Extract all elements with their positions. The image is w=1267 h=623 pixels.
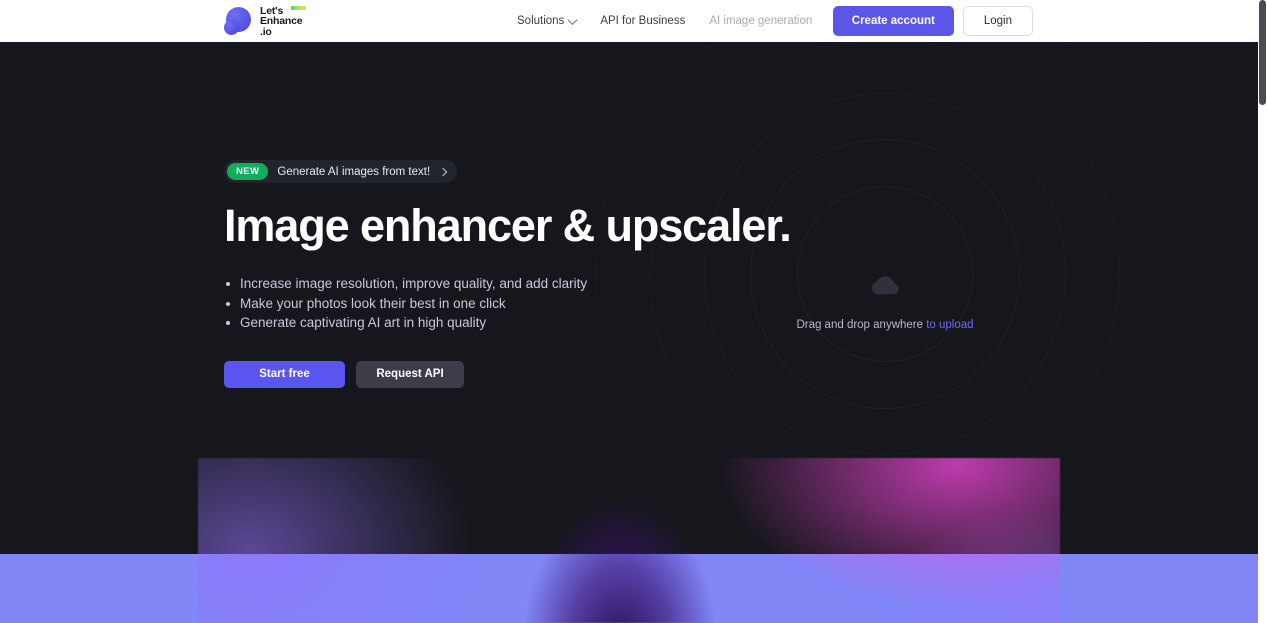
upload-dropzone[interactable]: Drag and drop anywhere to upload xyxy=(757,227,1013,377)
dropzone-instruction: Drag and drop anywhere xyxy=(796,318,924,331)
create-account-button[interactable]: Create account xyxy=(832,6,954,36)
dropzone-text: Drag and drop anywhere to upload xyxy=(796,319,973,331)
lets-enhance-blob-logo-icon xyxy=(224,6,253,36)
brand-line-3: .io xyxy=(260,25,272,38)
browser-viewport: Let's Enhance .io Solutions API for Busi… xyxy=(0,0,1258,623)
chevron-down-icon xyxy=(567,14,578,25)
new-feature-badge[interactable]: NEW Generate AI images from text! xyxy=(224,160,458,183)
hero-feature-list: Increase image resolution, improve quali… xyxy=(224,274,744,333)
nav-item-solutions[interactable]: Solutions xyxy=(505,14,588,27)
new-feature-badge-label: Generate AI images from text! xyxy=(277,165,431,178)
brand-logo[interactable]: Let's Enhance .io xyxy=(224,4,306,38)
header-actions: Create account Login xyxy=(832,0,1033,42)
nav-item-ai-image-generation[interactable]: AI image generation xyxy=(697,15,824,27)
nav-item-label: API for Business xyxy=(600,15,686,27)
nav-item-label: Solutions xyxy=(517,15,565,27)
brand-wordmark: Let's Enhance .io xyxy=(260,5,306,38)
hero-cta-group: Start free Request API xyxy=(224,360,744,388)
brand-accent-dash-icon xyxy=(291,5,306,10)
list-item: Generate captivating AI art in high qual… xyxy=(224,313,744,333)
chevron-right-icon xyxy=(438,167,448,176)
upload-link[interactable]: to upload xyxy=(926,319,973,331)
list-item: Increase image resolution, improve quali… xyxy=(224,274,744,294)
request-api-button[interactable]: Request API xyxy=(356,360,464,388)
login-button[interactable]: Login xyxy=(962,6,1033,36)
site-header: Let's Enhance .io Solutions API for Busi… xyxy=(0,0,1258,42)
vertical-scrollbar-thumb[interactable] xyxy=(1259,0,1266,105)
page-root: Let's Enhance .io Solutions API for Busi… xyxy=(0,0,1267,623)
page-title: Image enhancer & upscaler. xyxy=(224,200,792,251)
nav-item-label: AI image generation xyxy=(709,15,813,27)
nav-item-api-for-business[interactable]: API for Business xyxy=(588,15,697,27)
status-badge: NEW xyxy=(227,163,269,180)
start-free-button[interactable]: Start free xyxy=(224,360,345,388)
showcase-blurred-image xyxy=(198,458,1060,623)
cloud-upload-icon xyxy=(869,274,901,303)
list-item: Make your photos look their best in one … xyxy=(224,294,744,314)
hero-copy: NEW Generate AI images from text! Image … xyxy=(224,160,792,388)
